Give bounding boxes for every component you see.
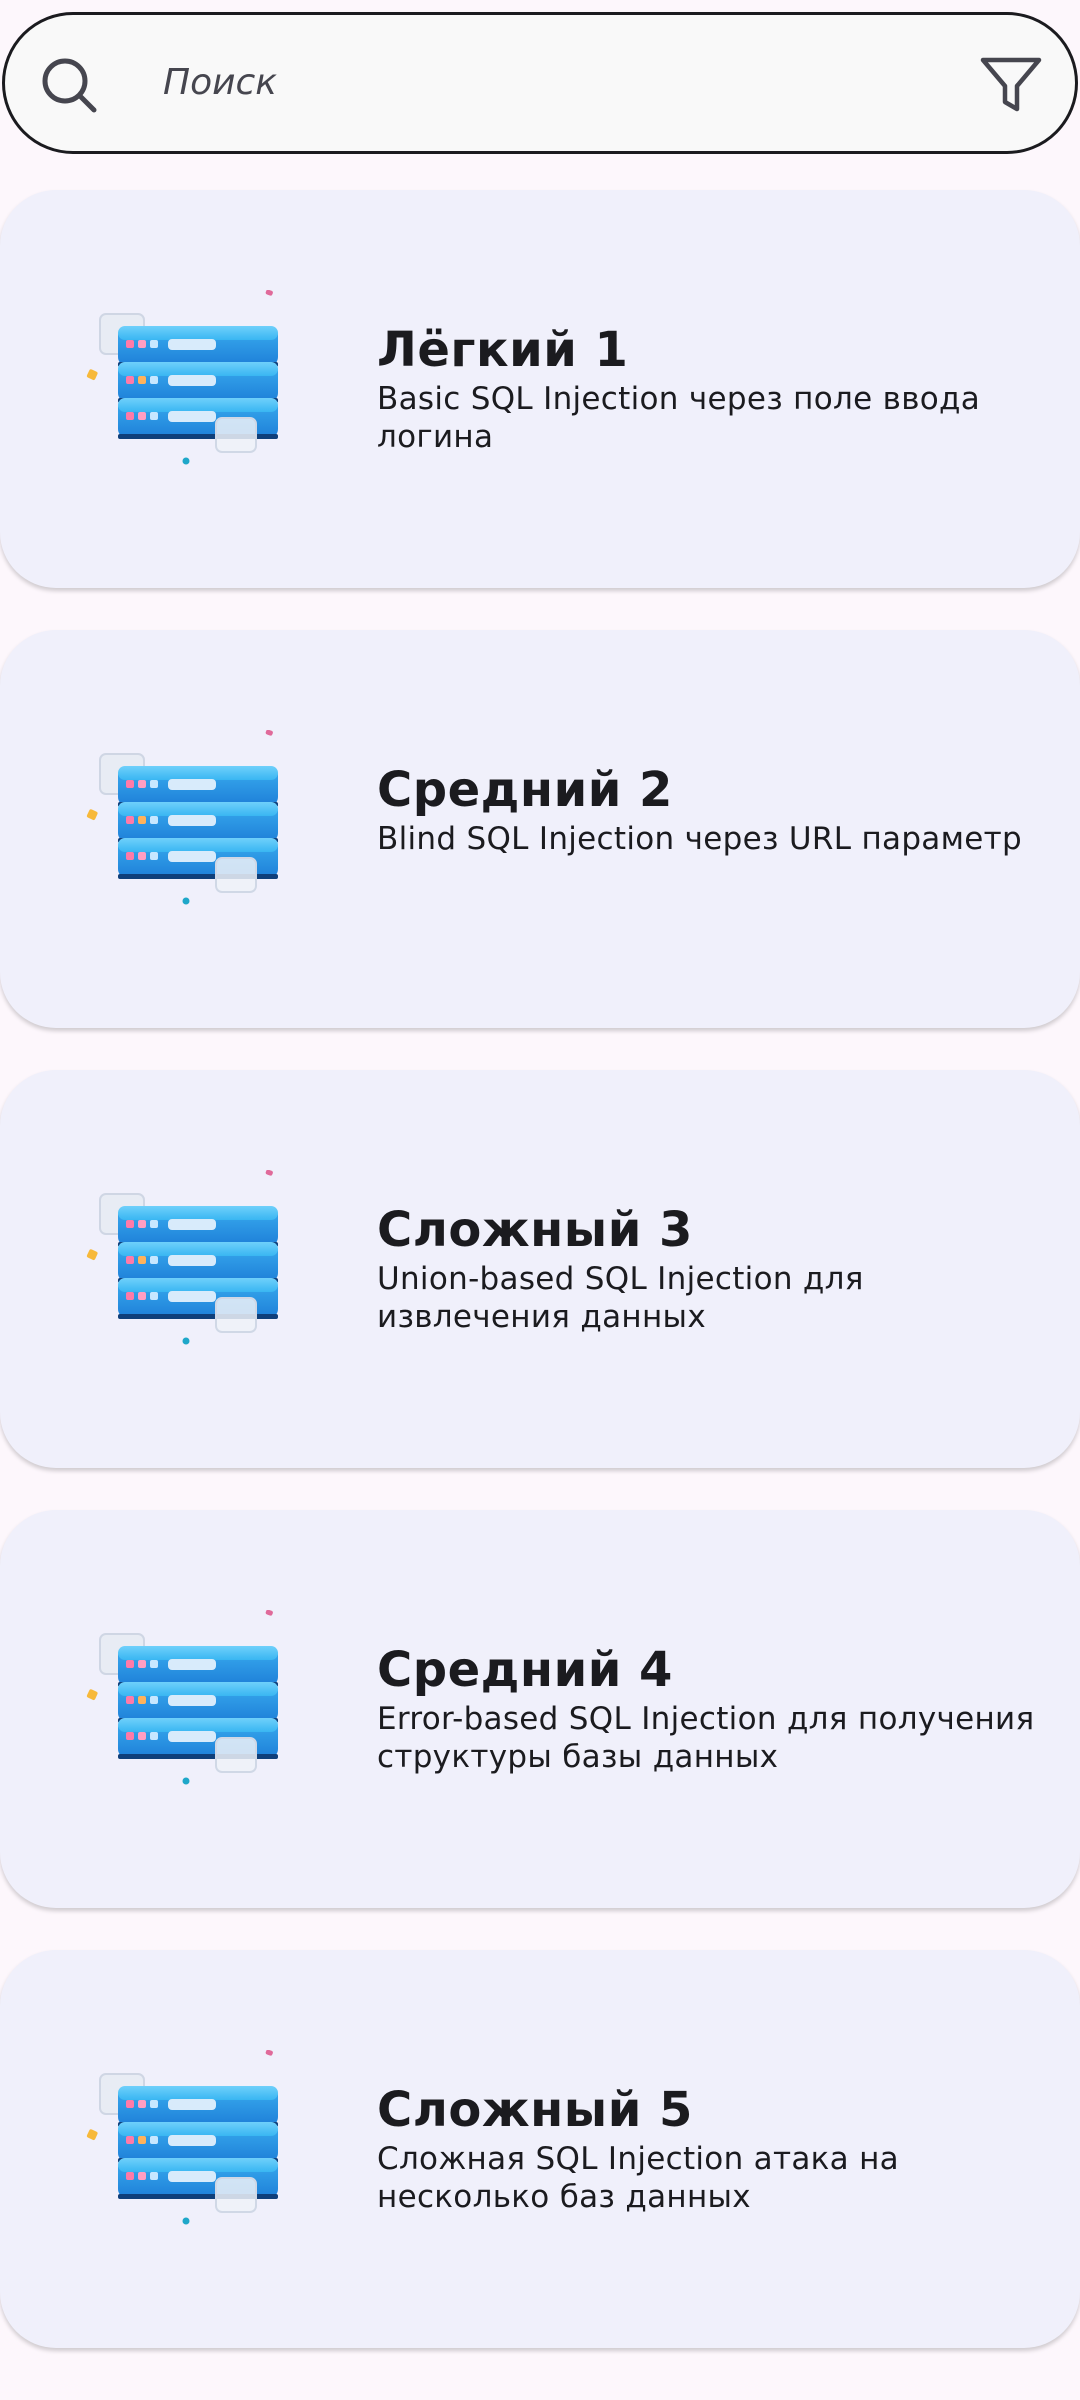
search-bar[interactable]: Поиск	[2, 12, 1078, 154]
task-card[interactable]: Средний 4 Error-based SQL Injection для …	[0, 1510, 1080, 1908]
search-input[interactable]: Поиск	[163, 15, 277, 151]
task-description: Union-based SQL Injection для извлечения…	[377, 1261, 864, 1335]
task-title: Лёгкий 1	[377, 322, 629, 378]
server-stack-icon	[84, 289, 284, 480]
server-stack-icon	[84, 729, 284, 920]
server-stack-icon	[84, 1169, 284, 1360]
server-stack-icon	[84, 2049, 284, 2240]
task-card[interactable]: Лёгкий 1 Basic SQL Injection через поле …	[0, 190, 1080, 588]
task-title: Сложный 3	[377, 1202, 693, 1258]
search-icon[interactable]	[39, 55, 99, 115]
task-card[interactable]: Средний 2 Blind SQL Injection через URL …	[0, 630, 1080, 1028]
task-title: Средний 4	[377, 1642, 673, 1698]
task-card[interactable]: Сложный 3 Union-based SQL Injection для …	[0, 1070, 1080, 1468]
task-description: Сложная SQL Injection атака на несколько…	[377, 2141, 899, 2215]
filter-icon[interactable]	[979, 55, 1043, 115]
task-card[interactable]: Сложный 5 Сложная SQL Injection атака на…	[0, 1950, 1080, 2348]
task-title: Сложный 5	[377, 2082, 693, 2138]
task-list: Лёгкий 1 Basic SQL Injection через поле …	[0, 190, 1080, 2390]
task-title: Средний 2	[377, 762, 673, 818]
task-description: Blind SQL Injection через URL параметр	[377, 821, 1022, 857]
server-stack-icon	[84, 1609, 284, 1800]
task-description: Basic SQL Injection через поле ввода лог…	[377, 381, 981, 455]
task-description: Error-based SQL Injection для получения …	[377, 1701, 1035, 1775]
